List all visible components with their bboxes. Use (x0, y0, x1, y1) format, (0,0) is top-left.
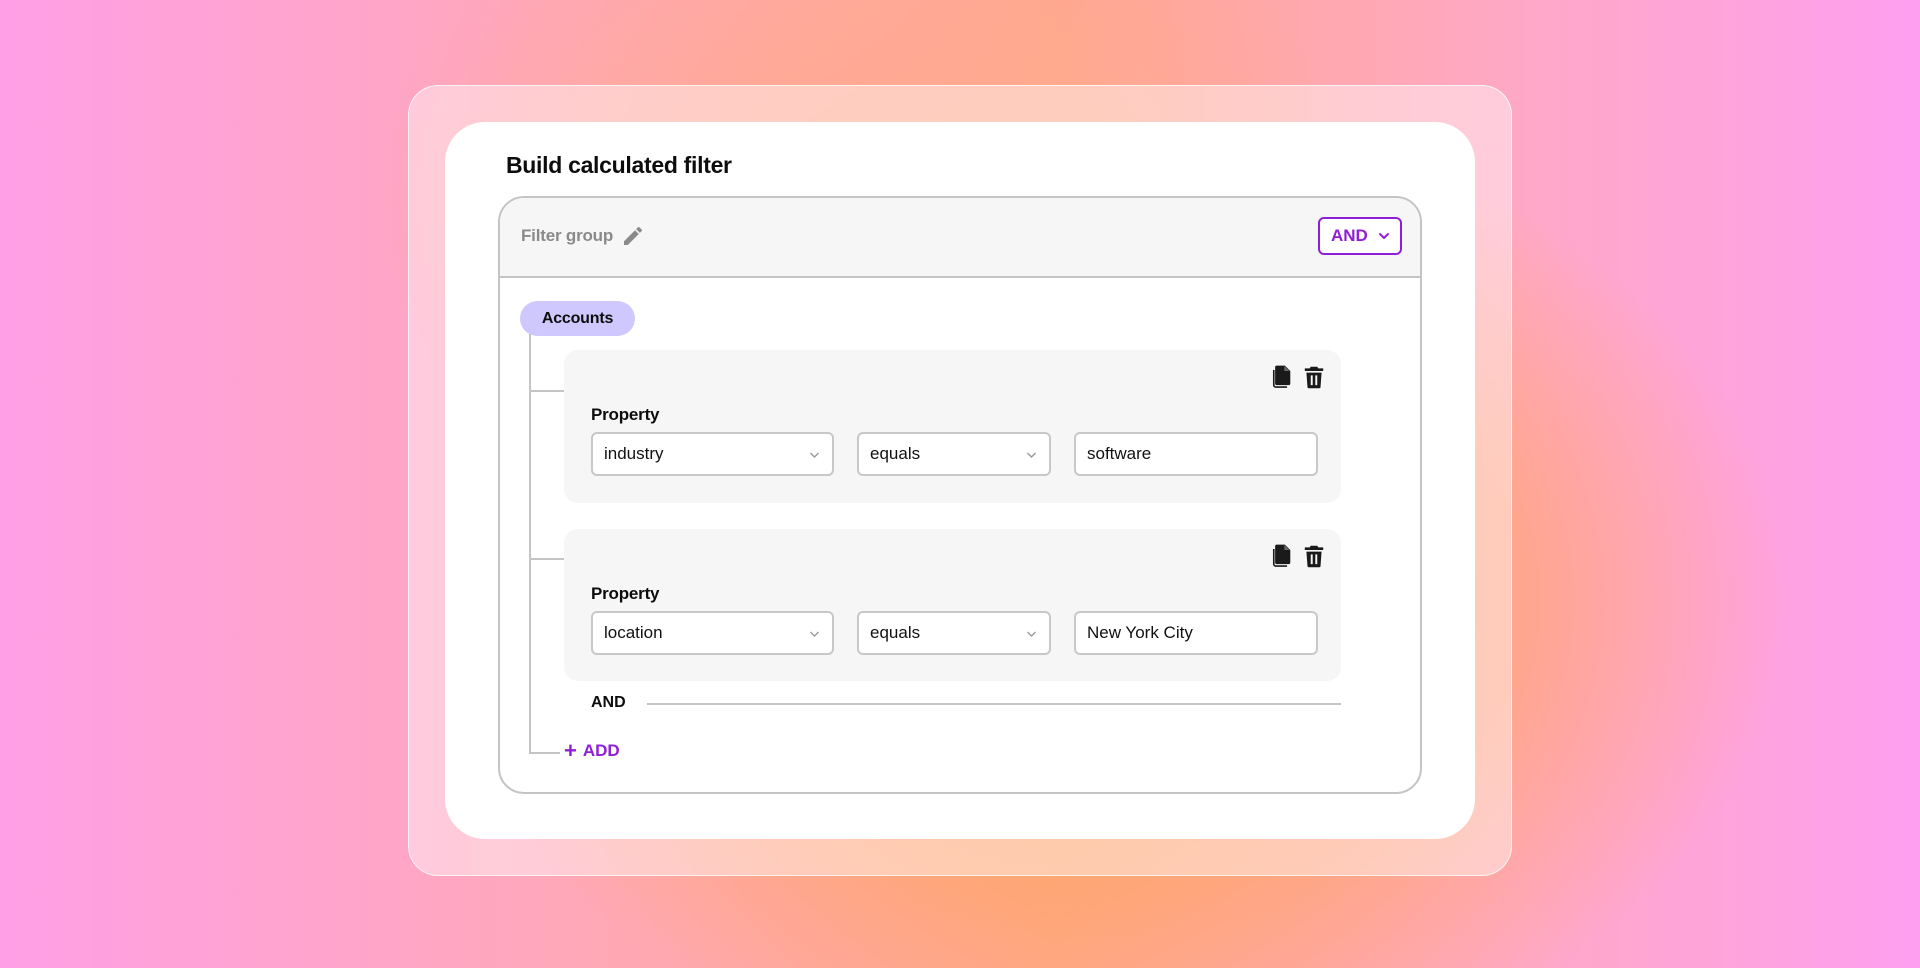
copy-icon[interactable] (1267, 543, 1293, 569)
chevron-down-icon (810, 631, 819, 637)
value-input[interactable]: software (1074, 432, 1318, 476)
rule-actions (1267, 543, 1327, 569)
plus-icon: + (564, 738, 577, 763)
and-separator-label: AND (591, 694, 626, 711)
object-tag-accounts: Accounts (520, 301, 635, 336)
operator-select[interactable]: equals (857, 432, 1051, 476)
tree-vertical-line (529, 334, 531, 754)
group-operator-value: AND (1331, 226, 1368, 245)
filter-rule-card: Property location equals New York City (564, 529, 1341, 681)
trash-icon[interactable] (1301, 543, 1327, 569)
property-label: Property (591, 584, 660, 603)
dialog-title: Build calculated filter (506, 152, 732, 178)
value-input-text: New York City (1087, 623, 1193, 642)
operator-select-value: equals (870, 444, 921, 463)
operator-select-value: equals (870, 623, 921, 642)
chevron-down-icon (1027, 452, 1036, 458)
chevron-down-icon (1027, 631, 1036, 637)
chevron-down-icon (810, 452, 819, 458)
trash-icon[interactable] (1301, 364, 1327, 390)
property-select[interactable]: location (591, 611, 834, 655)
pencil-icon[interactable] (621, 224, 645, 248)
add-rule-label: ADD (582, 741, 620, 760)
property-label: Property (591, 405, 660, 424)
filter-group-label: Filter group (521, 226, 614, 245)
value-input-text: software (1087, 444, 1152, 463)
group-operator-select[interactable]: AND (1318, 217, 1402, 255)
copy-icon[interactable] (1267, 364, 1293, 390)
property-select[interactable]: industry (591, 432, 834, 476)
tree-branch-line (529, 752, 560, 754)
separator-line (647, 703, 1341, 705)
filter-group-header: Filter group AND (500, 198, 1420, 278)
tree-branch-line (529, 558, 564, 560)
add-rule-button[interactable]: + ADD (564, 738, 620, 763)
filter-rule-card: Property industry equals software (564, 350, 1341, 503)
chevron-down-icon (1379, 233, 1389, 239)
property-select-value: location (604, 623, 663, 642)
property-select-value: industry (604, 444, 664, 463)
rule-actions (1267, 364, 1327, 390)
value-input[interactable]: New York City (1074, 611, 1318, 655)
operator-select[interactable]: equals (857, 611, 1051, 655)
tree-branch-line (529, 390, 564, 392)
